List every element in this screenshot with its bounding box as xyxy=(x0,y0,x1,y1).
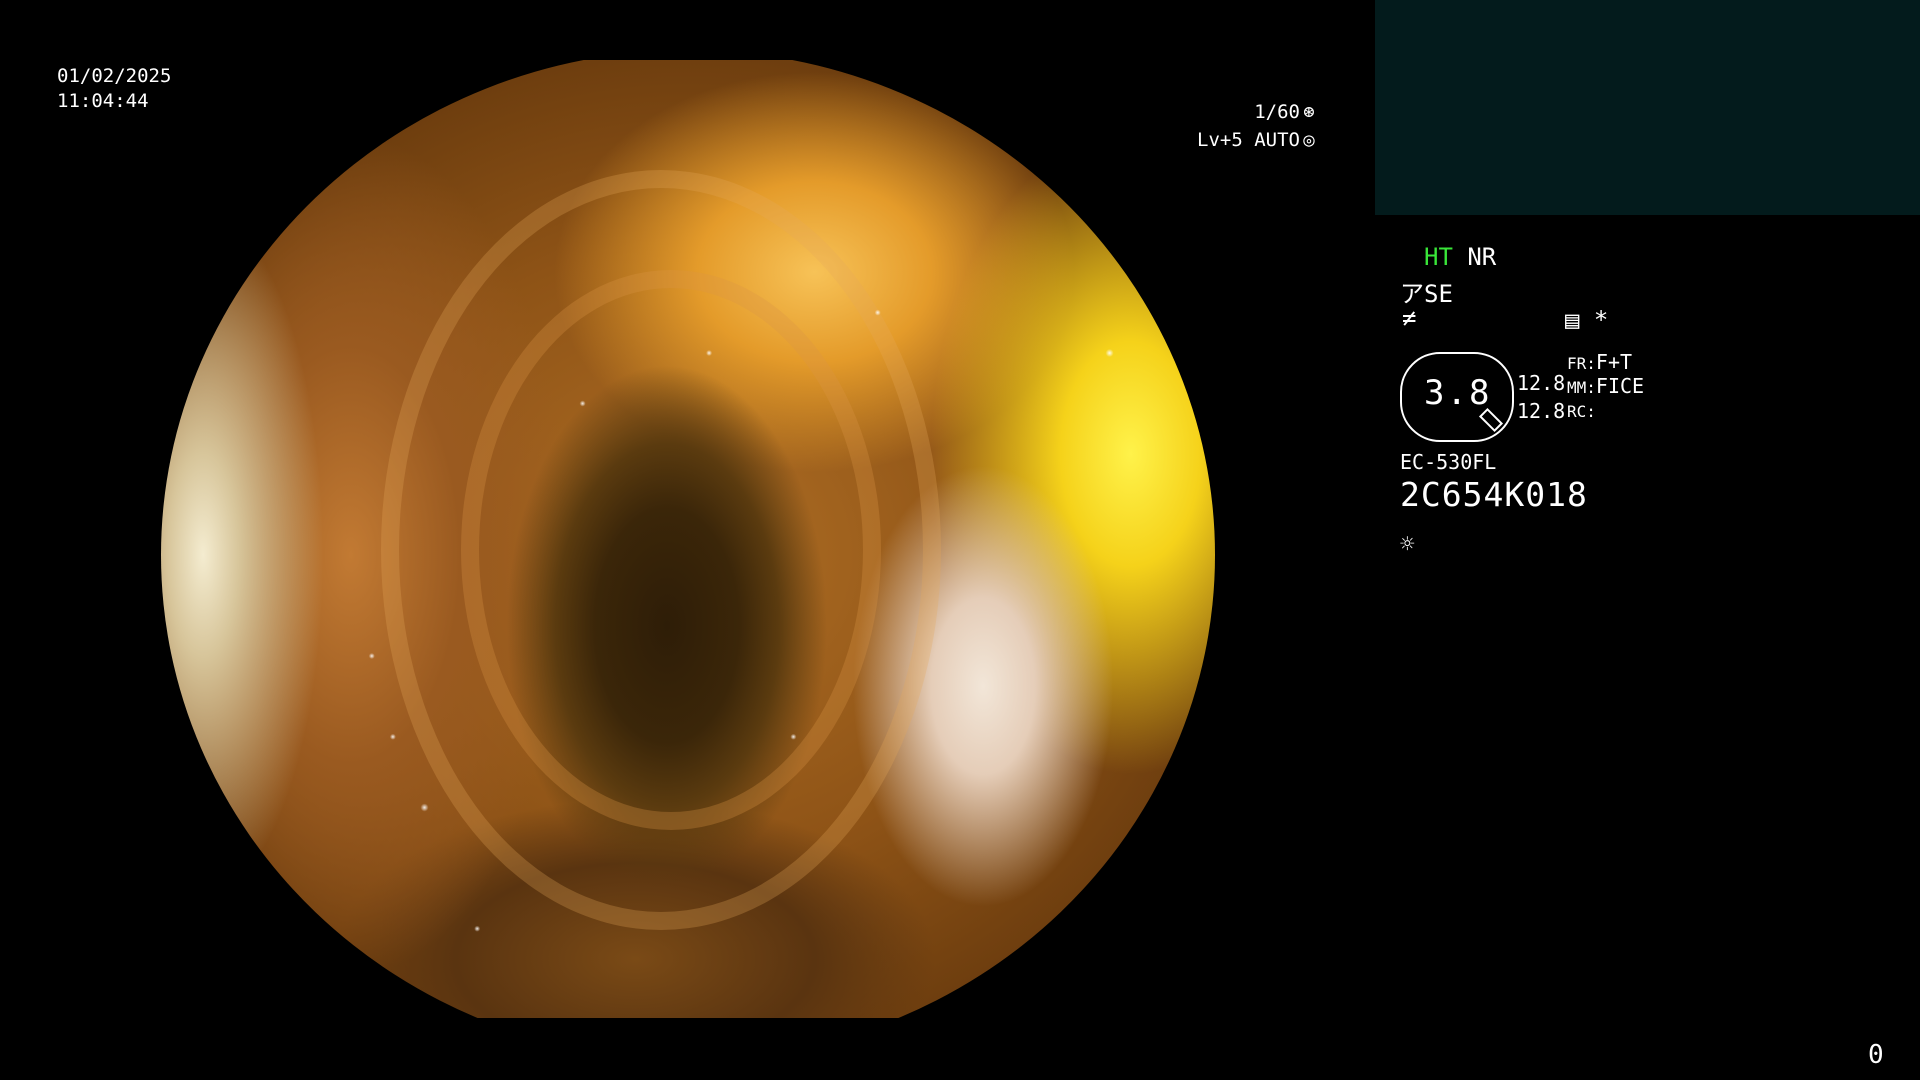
aperture-icon: ⊛ xyxy=(1303,101,1315,123)
scope-model: EC-530FL xyxy=(1400,450,1497,474)
level-text: Lv+5 AUTO xyxy=(1197,129,1300,151)
rc-label: RC: xyxy=(1567,402,1596,421)
ht-label: HT xyxy=(1424,243,1453,271)
memo-icon: ▤ xyxy=(1565,306,1580,334)
enhancement-row: HT NR xyxy=(1424,243,1496,271)
date-text: 01/02/2025 xyxy=(57,65,172,87)
shutter-text: 1/60 xyxy=(1254,101,1300,123)
value-b: 12.8 xyxy=(1517,399,1566,423)
memo-row: ▤ * xyxy=(1565,306,1608,334)
endoscope-view xyxy=(161,60,1215,1018)
freeze-icon: ≠ xyxy=(1402,304,1417,332)
mm-row: MM:FICE xyxy=(1567,374,1644,398)
auto-iris-icon: ◎ xyxy=(1303,129,1315,151)
nr-label: NR xyxy=(1467,243,1497,271)
datetime-readout: 01/02/2025 11:04:44 xyxy=(57,64,171,114)
specular-highlights xyxy=(161,60,1215,1018)
light-source-icon: ☼ xyxy=(1400,530,1415,558)
fr-label: FR: xyxy=(1567,354,1596,373)
freeze-row: ≠ xyxy=(1402,304,1416,332)
se-label: SE xyxy=(1424,280,1453,308)
endoscope-image xyxy=(161,60,1215,1018)
fr-value: F+T xyxy=(1595,350,1633,374)
endoscope-screen: 01/02/2025 11:04:44 1/60 ⊛ Lv+5 AUTO ◎ HT … xyxy=(0,0,1920,1080)
mm-value: FICE xyxy=(1595,374,1645,398)
exposure-readout: 1/60 ⊛ Lv+5 AUTO ◎ xyxy=(1197,98,1318,154)
value-a: 12.8 xyxy=(1517,371,1566,395)
time-text: 11:04:44 xyxy=(57,90,149,112)
asterisk-mark: * xyxy=(1593,306,1609,334)
zoom-value: 3.8 xyxy=(1424,373,1492,413)
mm-label: MM: xyxy=(1567,378,1596,397)
fr-row: FR:F+T xyxy=(1567,350,1632,374)
rc-row: RC: xyxy=(1567,402,1596,421)
scope-serial: 2C654K018 xyxy=(1400,475,1588,514)
reference-image-box xyxy=(1375,0,1920,215)
image-counter: 0 xyxy=(1868,1040,1884,1070)
